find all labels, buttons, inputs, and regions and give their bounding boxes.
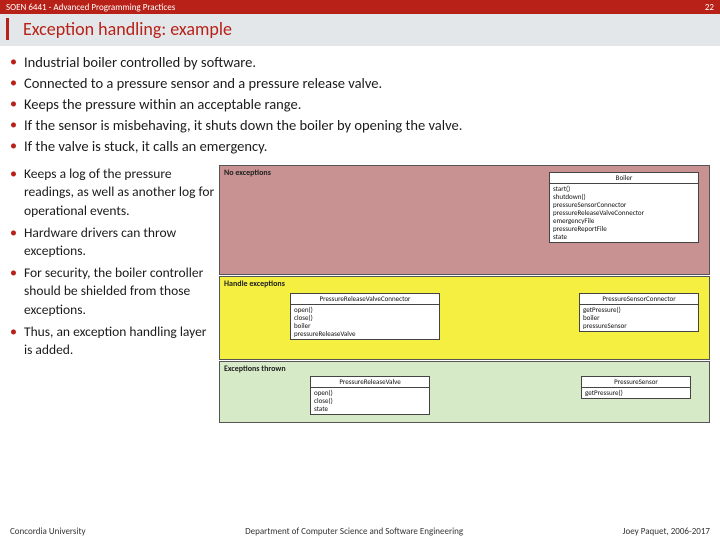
- bullet-item: Thus, an exception handling layer is add…: [10, 323, 215, 359]
- bullet-item: Keeps the pressure within an acceptable …: [10, 94, 710, 115]
- left-bullet-list: Keeps a log of the pressure readings, as…: [10, 165, 215, 359]
- lower-row: Keeps a log of the pressure readings, as…: [10, 165, 710, 423]
- footer-right: Joey Paquet, 2006-2017: [623, 526, 710, 537]
- title-bar: Exception handling: example: [0, 14, 720, 46]
- uml-diagram: No exceptions Boiler start() shutdown() …: [219, 165, 710, 423]
- course-code: SOEN 6441 - Advanced Programming Practic…: [6, 2, 175, 13]
- bullet-item: Keeps a log of the pressure readings, as…: [10, 165, 215, 220]
- bullet-item: If the valve is stuck, it calls an emerg…: [10, 136, 710, 157]
- footer-left: Concordia University: [10, 526, 86, 537]
- footer: Concordia University Department of Compu…: [0, 522, 720, 540]
- layer-exceptions-thrown: Exceptions thrown PressureReleaseValve o…: [219, 361, 710, 423]
- layer-label: Handle exceptions: [224, 279, 705, 289]
- bullet-item: Connected to a pressure sensor and a pre…: [10, 73, 710, 94]
- bullet-item: Hardware drivers can throw exceptions.: [10, 224, 215, 260]
- uml-class-boiler: Boiler start() shutdown() pressureSensor…: [549, 172, 699, 243]
- slide-title: Exception handling: example: [6, 18, 714, 40]
- bullet-item: If the sensor is misbehaving, it shuts d…: [10, 115, 710, 136]
- uml-class-sensor-connector: PressureSensorConnector getPressure() bo…: [579, 293, 699, 332]
- layer-label: Exceptions thrown: [224, 364, 705, 374]
- top-bar: SOEN 6441 - Advanced Programming Practic…: [0, 0, 720, 14]
- lower-left-column: Keeps a log of the pressure readings, as…: [10, 165, 215, 423]
- uml-class-release-valve: PressureReleaseValve open() close() stat…: [310, 376, 430, 415]
- top-bullet-list: Industrial boiler controlled by software…: [10, 52, 710, 157]
- layer-handle-exceptions: Handle exceptions PressureReleaseValveCo…: [219, 276, 710, 360]
- uml-class-pressure-sensor: PressureSensor getPressure(): [581, 376, 691, 399]
- bullet-item: Industrial boiler controlled by software…: [10, 52, 710, 73]
- layer-no-exceptions: No exceptions Boiler start() shutdown() …: [219, 165, 710, 275]
- page-number: 22: [705, 2, 714, 13]
- uml-members: start() shutdown() pressureSensorConnect…: [550, 184, 698, 242]
- content-area: Industrial boiler controlled by software…: [0, 46, 720, 423]
- footer-center: Department of Computer Science and Softw…: [245, 526, 463, 537]
- uml-class-valve-connector: PressureReleaseValveConnector open() clo…: [290, 293, 440, 340]
- bullet-item: For security, the boiler controller shou…: [10, 264, 215, 319]
